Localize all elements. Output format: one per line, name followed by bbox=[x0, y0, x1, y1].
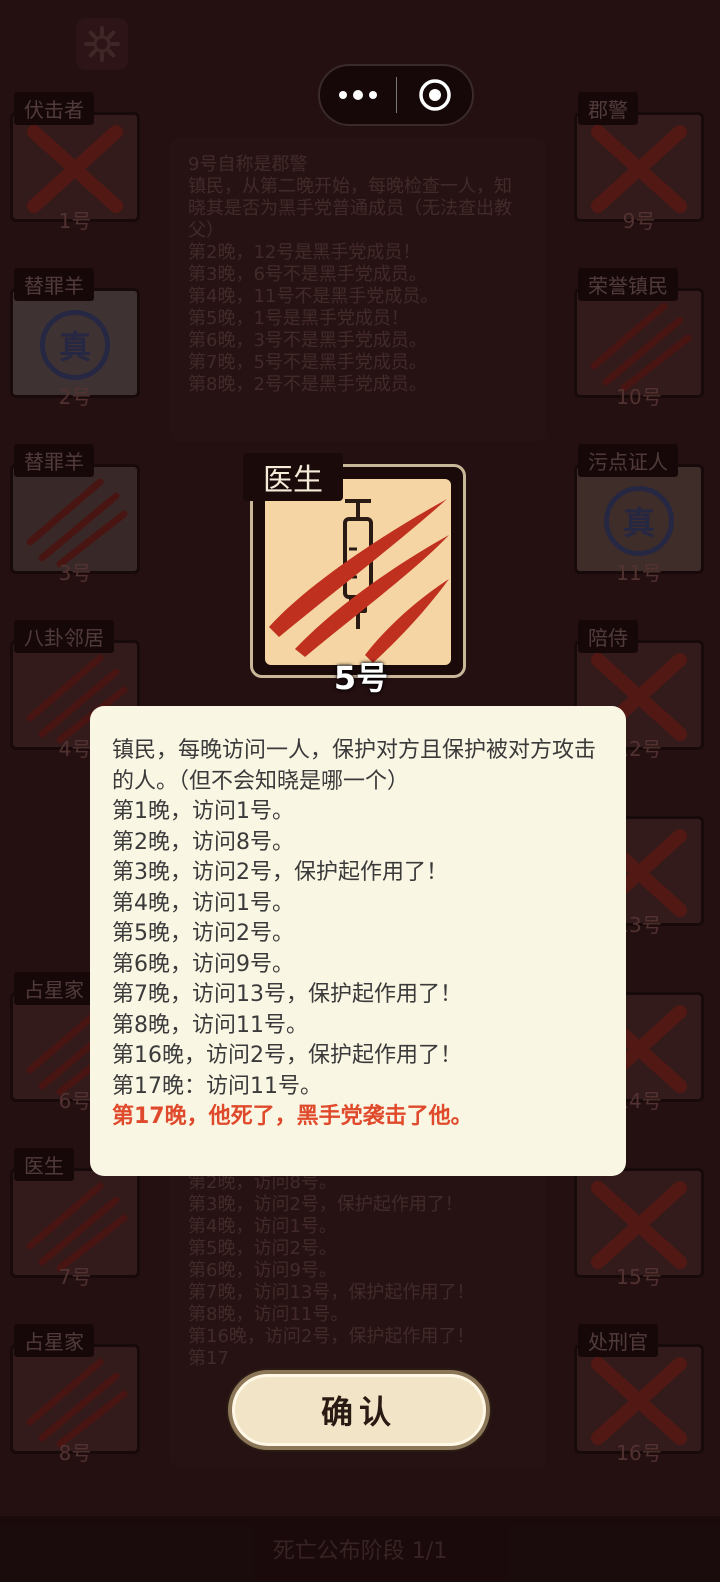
night-log-line: 第16晚，访问2号，保护起作用了！ bbox=[112, 1043, 462, 1068]
close-circle-icon[interactable] bbox=[397, 77, 472, 113]
night-log-line: 第6晚，访问9号。 bbox=[112, 951, 294, 977]
night-log-line: 第17晚：访问11号。 bbox=[112, 1073, 322, 1099]
night-log-line: 第4晚，访问1号。 bbox=[112, 890, 294, 916]
role-card-art bbox=[265, 479, 451, 665]
night-log-line: 第8晚，访问11号。 bbox=[112, 1012, 308, 1038]
night-log-line: 第7晚，访问13号，保护起作用了！ bbox=[112, 982, 462, 1007]
role-card-seat: 5号 bbox=[333, 659, 389, 697]
role-detail-dialog: 镇民，每晚访问一人，保护对方且保护被对方攻击的人。（但不会知晓是哪一个） 第1晚… bbox=[90, 706, 626, 1176]
night-log-line: 第5晚，访问2号。 bbox=[112, 921, 294, 946]
syringe-icon bbox=[269, 499, 449, 663]
role-description: 镇民，每晚访问一人，保护对方且保护被对方攻击的人。（但不会知晓是哪一个） bbox=[112, 738, 597, 794]
more-dots-icon[interactable] bbox=[320, 66, 396, 124]
miniprogram-capsule bbox=[318, 64, 474, 126]
death-notice: 第17晚，他死了，黑手党袭击了他。 bbox=[112, 1104, 473, 1129]
night-log-line: 第1晚，访问1号。 bbox=[112, 799, 294, 824]
night-log-line: 第3晚，访问2号，保护起作用了！ bbox=[112, 860, 448, 885]
night-log-line: 第2晚，访问8号。 bbox=[112, 829, 294, 855]
confirm-button[interactable]: 确认 bbox=[228, 1370, 490, 1450]
role-card-title: 医生 bbox=[243, 453, 343, 501]
role-card: 医生 5号 bbox=[243, 453, 466, 697]
